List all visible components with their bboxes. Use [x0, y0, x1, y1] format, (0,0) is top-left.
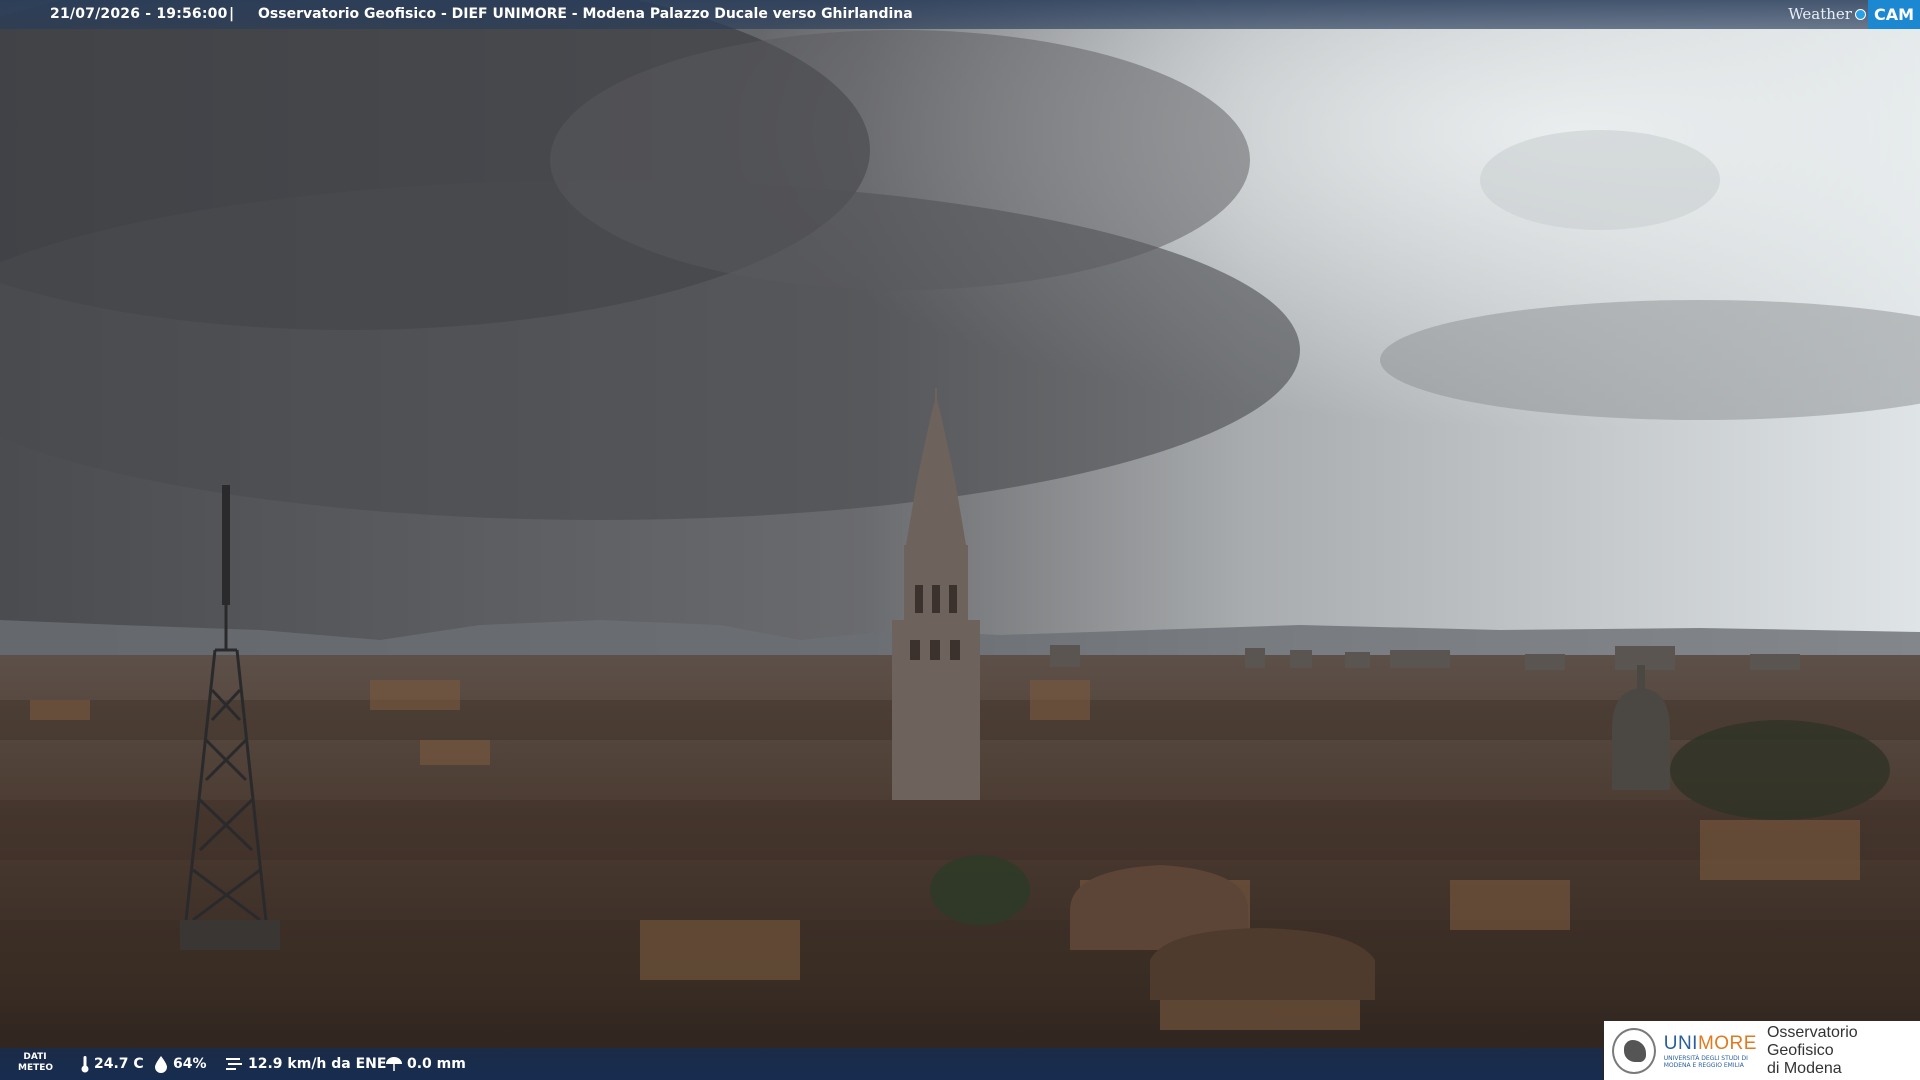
unimore-name: UNIMORE UNIVERSITÀ DEGLI STUDI DI MODENA… [1663, 1032, 1757, 1069]
logo-weather-text: Weather [1788, 5, 1852, 23]
meteo-bar: DATI METEO 24.7 C 64% 12.9 km/h da ENE 0… [0, 1048, 1603, 1080]
wind-reading: 12.9 km/h da ENE [224, 1048, 386, 1080]
wind-icon [226, 1058, 242, 1070]
university-seal-icon [1612, 1027, 1656, 1074]
meteo-label: DATI METEO [18, 1052, 54, 1073]
logo-cam-text: CAM [1867, 0, 1920, 29]
caption-bar: 21/07/2026 - 19:56:00 | Osservatorio Geo… [0, 0, 1920, 29]
thermometer-icon [81, 1056, 89, 1073]
observatory-name: Osservatorio Geofisico di Modena [1766, 1023, 1858, 1077]
unimore-logo: UNIMORE UNIVERSITÀ DEGLI STUDI DI MODENA… [1604, 1021, 1920, 1080]
rain-reading: 0.0 mm [385, 1048, 466, 1080]
weathercam-logo: Weather CAM [1788, 0, 1920, 29]
humidity-drop-icon [155, 1056, 167, 1073]
temperature-reading: 24.7 C [80, 1048, 144, 1080]
humidity-reading: 64% [153, 1048, 207, 1080]
logo-dot-icon [1854, 9, 1866, 20]
camera-title: Osservatorio Geofisico - DIEF UNIMORE - … [258, 6, 913, 22]
webcam-scene [0, 0, 1920, 1080]
separator: | [229, 6, 235, 22]
umbrella-icon [386, 1057, 402, 1071]
timestamp: 21/07/2026 - 19:56:00 [50, 6, 228, 22]
